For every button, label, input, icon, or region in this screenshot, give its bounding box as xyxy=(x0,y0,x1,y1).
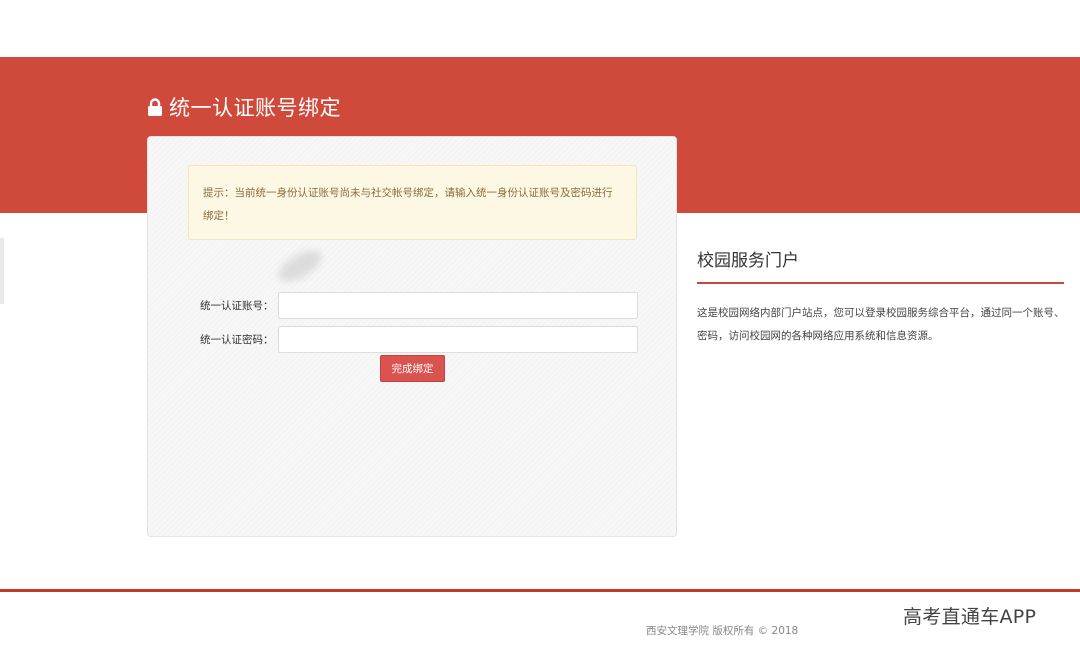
password-row: 统一认证密码： xyxy=(148,326,678,354)
page-title: 统一认证账号绑定 xyxy=(147,92,341,122)
lock-icon xyxy=(147,98,163,117)
account-label: 统一认证账号： xyxy=(200,300,274,312)
password-label: 统一认证密码： xyxy=(200,334,274,346)
portal-description: 这是校园网络内部门户站点，您可以登录校园服务综合平台，通过同一个账号、密码，访问… xyxy=(697,307,1065,342)
portal-title: 校园服务门户 xyxy=(697,251,799,271)
watermark-text: 高考直通车APP xyxy=(903,606,1037,628)
notice-text: 提示：当前统一身份认证账号尚未与社交帐号绑定，请输入统一身份认证账号及密码进行绑… xyxy=(203,187,613,222)
notice-alert: 提示：当前统一身份认证账号尚未与社交帐号绑定，请输入统一身份认证账号及密码进行绑… xyxy=(188,165,637,240)
page: 统一认证账号绑定 提示：当前统一身份认证账号尚未与社交帐号绑定，请输入统一身份认… xyxy=(0,0,1080,654)
page-title-text: 统一认证账号绑定 xyxy=(169,96,341,120)
account-row: 统一认证账号： xyxy=(148,292,678,320)
binding-card: 提示：当前统一身份认证账号尚未与社交帐号绑定，请输入统一身份认证账号及密码进行绑… xyxy=(147,136,677,537)
account-input[interactable] xyxy=(278,292,638,319)
footer-copyright: 西安文理学院 版权所有 © 2018 xyxy=(646,625,799,637)
left-edge-tab xyxy=(0,238,4,304)
portal-divider xyxy=(697,282,1064,284)
password-input[interactable] xyxy=(278,326,638,353)
complete-binding-button[interactable]: 完成绑定 xyxy=(380,355,445,382)
blurred-smudge xyxy=(273,244,327,288)
footer-divider xyxy=(0,589,1080,592)
